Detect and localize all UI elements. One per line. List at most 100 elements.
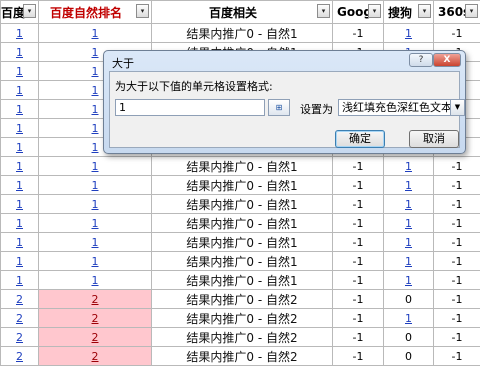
cell-360[interactable]: -1 <box>434 290 480 309</box>
greater-than-dialog: 大于 ? X 为大于以下值的单元格设置格式: 1 ⊞ 设置为 浅红填充色深红色文… <box>103 50 466 154</box>
cell-baidu[interactable]: 2 <box>1 309 39 328</box>
filter-dropdown-icon[interactable]: ▾ <box>23 4 36 18</box>
cell-sogou[interactable]: 1 <box>384 157 434 176</box>
cell-360[interactable]: -1 <box>434 328 480 347</box>
cell-baidu[interactable]: 1 <box>1 252 39 271</box>
cell-google[interactable]: -1 <box>333 176 384 195</box>
cell-baidu-related[interactable]: 结果内推广0 - 自然1 <box>152 233 333 252</box>
cell-google[interactable]: -1 <box>333 214 384 233</box>
threshold-input[interactable]: 1 <box>115 99 265 116</box>
cell-baidu-related[interactable]: 结果内推广0 - 自然1 <box>152 271 333 290</box>
filter-dropdown-icon[interactable]: ▾ <box>368 4 381 18</box>
range-select-icon[interactable]: ⊞ <box>268 99 290 116</box>
cell-360[interactable]: -1 <box>434 233 480 252</box>
cell-baidu-rank[interactable]: 1 <box>39 176 152 195</box>
close-button[interactable]: X <box>433 53 461 67</box>
cell-sogou[interactable]: 1 <box>384 309 434 328</box>
cell-baidu-rank[interactable]: 2 <box>39 309 152 328</box>
cell-baidu-rank[interactable]: 1 <box>39 157 152 176</box>
cell-360[interactable]: -1 <box>434 24 480 43</box>
format-select[interactable]: 浅红填充色深红色文本▼ <box>338 99 465 116</box>
cell-baidu-rank[interactable]: 2 <box>39 347 152 366</box>
set-as-label: 设置为 <box>300 101 333 117</box>
cell-baidu-related[interactable]: 结果内推广0 - 自然1 <box>152 176 333 195</box>
cell-baidu-rank[interactable]: 1 <box>39 233 152 252</box>
cell-baidu[interactable]: 1 <box>1 176 39 195</box>
cell-baidu[interactable]: 1 <box>1 81 39 100</box>
cell-baidu[interactable]: 1 <box>1 119 39 138</box>
cell-baidu-related[interactable]: 结果内推广0 - 自然1 <box>152 195 333 214</box>
header-row: 百度▾ 百度自然排名▾ 百度相关▾ Googl▾ 搜狗▾ 360sc▾ <box>1 1 480 24</box>
filter-dropdown-icon[interactable]: ▾ <box>465 4 478 18</box>
cell-360[interactable]: -1 <box>434 347 480 366</box>
cell-google[interactable]: -1 <box>333 233 384 252</box>
cell-baidu-related[interactable]: 结果内推广0 - 自然2 <box>152 328 333 347</box>
cell-baidu-related[interactable]: 结果内推广0 - 自然2 <box>152 347 333 366</box>
cell-sogou[interactable]: 0 <box>384 290 434 309</box>
cell-360[interactable]: -1 <box>434 157 480 176</box>
cell-google[interactable]: -1 <box>333 157 384 176</box>
cell-baidu[interactable]: 1 <box>1 214 39 233</box>
table-row: 11结果内推广0 - 自然1-11-1 <box>1 233 480 252</box>
cell-baidu-related[interactable]: 结果内推广0 - 自然1 <box>152 157 333 176</box>
cell-360[interactable]: -1 <box>434 176 480 195</box>
cell-baidu[interactable]: 2 <box>1 290 39 309</box>
chevron-down-icon[interactable]: ▼ <box>450 100 464 115</box>
cell-baidu-related[interactable]: 结果内推广0 - 自然2 <box>152 309 333 328</box>
table-row: 11结果内推广0 - 自然1-11-1 <box>1 271 480 290</box>
cell-baidu[interactable]: 1 <box>1 138 39 157</box>
cell-google[interactable]: -1 <box>333 290 384 309</box>
cell-google[interactable]: -1 <box>333 271 384 290</box>
cell-360[interactable]: -1 <box>434 309 480 328</box>
cell-sogou[interactable]: 0 <box>384 328 434 347</box>
cell-sogou[interactable]: 1 <box>384 271 434 290</box>
cell-sogou[interactable]: 0 <box>384 347 434 366</box>
cell-baidu-rank[interactable]: 1 <box>39 24 152 43</box>
cell-baidu-related[interactable]: 结果内推广0 - 自然1 <box>152 24 333 43</box>
cell-sogou[interactable]: 1 <box>384 176 434 195</box>
cell-baidu-related[interactable]: 结果内推广0 - 自然2 <box>152 290 333 309</box>
cell-sogou[interactable]: 1 <box>384 24 434 43</box>
cell-baidu[interactable]: 1 <box>1 157 39 176</box>
cell-baidu[interactable]: 1 <box>1 195 39 214</box>
help-button[interactable]: ? <box>409 53 433 67</box>
cell-google[interactable]: -1 <box>333 24 384 43</box>
cell-google[interactable]: -1 <box>333 195 384 214</box>
cell-baidu-related[interactable]: 结果内推广0 - 自然1 <box>152 214 333 233</box>
cell-baidu[interactable]: 2 <box>1 347 39 366</box>
cell-baidu[interactable]: 1 <box>1 271 39 290</box>
cell-baidu[interactable]: 1 <box>1 62 39 81</box>
table-row: 22结果内推广0 - 自然2-10-1 <box>1 347 480 366</box>
cell-360[interactable]: -1 <box>434 252 480 271</box>
cell-baidu[interactable]: 1 <box>1 100 39 119</box>
cell-360[interactable]: -1 <box>434 271 480 290</box>
cell-baidu[interactable]: 1 <box>1 24 39 43</box>
filter-dropdown-icon[interactable]: ▾ <box>418 4 431 18</box>
cell-sogou[interactable]: 1 <box>384 214 434 233</box>
cell-baidu-related[interactable]: 结果内推广0 - 自然1 <box>152 252 333 271</box>
cell-baidu[interactable]: 2 <box>1 328 39 347</box>
cancel-button[interactable]: 取消 <box>409 130 459 148</box>
cell-sogou[interactable]: 1 <box>384 233 434 252</box>
cell-google[interactable]: -1 <box>333 252 384 271</box>
cell-baidu-rank[interactable]: 2 <box>39 290 152 309</box>
cell-sogou[interactable]: 1 <box>384 252 434 271</box>
cell-baidu-rank[interactable]: 2 <box>39 328 152 347</box>
ok-button[interactable]: 确定 <box>335 130 385 148</box>
cell-baidu[interactable]: 1 <box>1 43 39 62</box>
cell-baidu-rank[interactable]: 1 <box>39 195 152 214</box>
cell-sogou[interactable]: 1 <box>384 195 434 214</box>
cell-google[interactable]: -1 <box>333 328 384 347</box>
cell-google[interactable]: -1 <box>333 347 384 366</box>
cell-baidu[interactable]: 1 <box>1 233 39 252</box>
filter-dropdown-icon[interactable]: ▾ <box>317 4 330 18</box>
cell-baidu-rank[interactable]: 1 <box>39 214 152 233</box>
cell-baidu-rank[interactable]: 1 <box>39 271 152 290</box>
cell-google[interactable]: -1 <box>333 309 384 328</box>
cell-baidu-rank[interactable]: 1 <box>39 252 152 271</box>
cell-360[interactable]: -1 <box>434 214 480 233</box>
table-row: 11结果内推广0 - 自然1-11-1 <box>1 176 480 195</box>
filter-dropdown-icon[interactable]: ▾ <box>136 4 149 18</box>
table-row: 11结果内推广0 - 自然1-11-1 <box>1 214 480 233</box>
cell-360[interactable]: -1 <box>434 195 480 214</box>
